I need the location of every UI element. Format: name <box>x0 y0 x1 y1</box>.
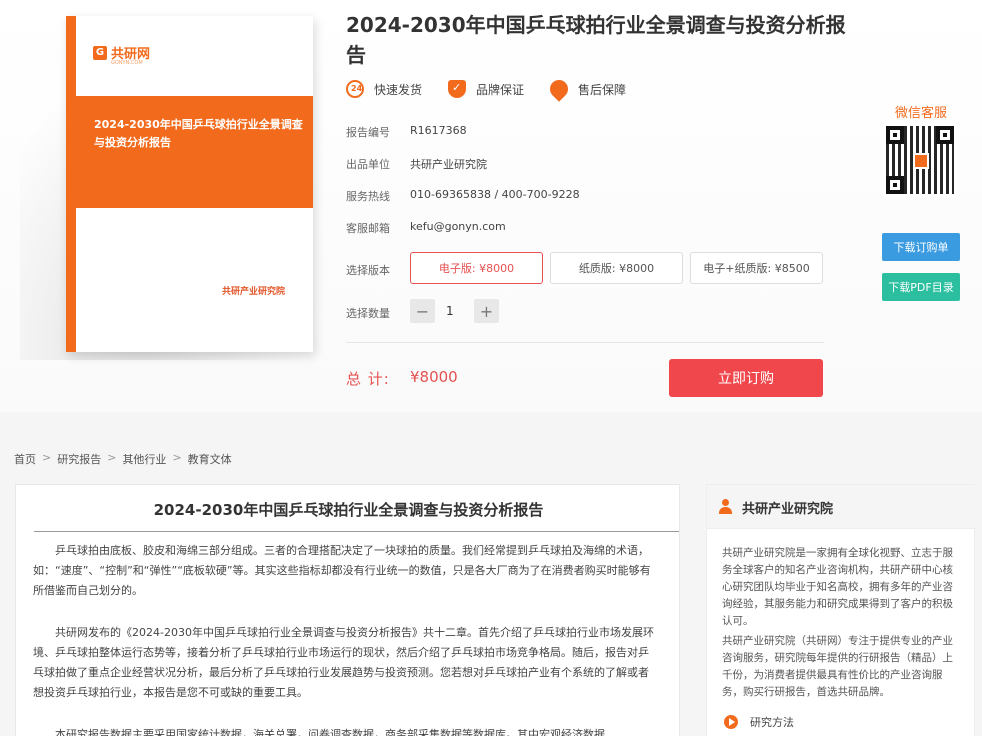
info-value: 010-69365838 / 400-700-9228 <box>410 188 580 201</box>
info-hotline: 服务热线 010-69365838 / 400-700-9228 <box>346 188 580 204</box>
version-label: 选择版本 <box>346 264 390 277</box>
divider <box>346 342 824 343</box>
breadcrumb-reports[interactable]: 研究报告 <box>57 451 101 467</box>
qr-corner <box>886 126 904 144</box>
breadcrumb-separator: > <box>172 451 182 464</box>
breadcrumb-home[interactable]: 首页 <box>14 451 36 467</box>
info-key: 报告编号 <box>346 126 390 139</box>
fast-delivery-icon <box>346 80 364 98</box>
article-divider <box>34 531 679 532</box>
institute-sidebar: 共研产业研究院 共研产业研究院是一家拥有全球化视野、立志于服务全球客户的知名产业… <box>706 484 976 736</box>
quantity-increase-button[interactable]: + <box>474 299 499 323</box>
order-now-button[interactable]: 立即订购 <box>669 359 823 397</box>
qr-corner <box>936 126 954 144</box>
quantity-value[interactable]: 1 <box>446 304 454 318</box>
institute-intro: 共研产业研究院是一家拥有全球化视野、立志于服务全球客户的知名产业咨询机构，共研产… <box>722 547 953 627</box>
institute-service: 共研产业研究院（共研网）专注于提供专业的产业咨询服务，研究院每年提供的行研报告（… <box>722 635 953 698</box>
version-option-electronic[interactable]: 电子版: ¥8000 <box>410 252 543 284</box>
info-value: 共研产业研究院 <box>410 158 487 171</box>
cover-publisher: 共研产业研究院 <box>222 287 286 297</box>
article-paragraph: 本研究报告数据主要采用国家统计数据，海关总署，问卷调查数据，商务部采集数据等数据… <box>55 728 605 736</box>
version-option-both[interactable]: 电子+纸质版: ¥8500 <box>690 252 823 284</box>
research-method-label: 研究方法 <box>750 716 794 729</box>
cover-band <box>76 96 313 208</box>
info-publisher: 出品单位 共研产业研究院 <box>346 156 487 172</box>
feature-label: 品牌保证 <box>476 82 525 97</box>
qr-logo <box>913 153 929 169</box>
download-pdf-catalog-button[interactable]: 下载PDF目录 <box>882 273 960 301</box>
brand-shield-icon <box>448 80 467 98</box>
info-key: 客服邮箱 <box>346 222 390 235</box>
wechat-service-title: 微信客服 <box>894 106 947 121</box>
feature-fast-delivery: 快速发货 <box>346 80 422 98</box>
qr-corner <box>886 176 904 194</box>
download-order-form-button[interactable]: 下载订购单 <box>882 233 960 261</box>
article-title: 2024-2030年中国乒乓球拍行业全景调查与投资分析报告 <box>153 501 544 519</box>
after-sales-icon <box>546 76 572 102</box>
institute-header: 共研产业研究院 <box>707 485 976 529</box>
total-price: ¥8000 <box>410 368 458 386</box>
cover-title: 2024-2030年中国乒乓球拍行业全景调查与投资分析报告 <box>94 118 303 149</box>
total-label: 总 计: <box>346 370 390 388</box>
info-key: 服务热线 <box>346 190 390 203</box>
feature-label: 售后保障 <box>578 82 627 97</box>
institute-title: 共研产业研究院 <box>742 502 834 517</box>
article-paragraph: 共研网发布的《2024-2030年中国乒乓球拍行业全景调查与投资分析报告》共十二… <box>33 626 654 699</box>
person-icon <box>719 499 732 514</box>
breadcrumb-separator: > <box>107 451 117 464</box>
feature-label: 快速发货 <box>374 82 423 97</box>
info-key: 出品单位 <box>346 158 390 171</box>
info-value[interactable]: kefu@gonyn.com <box>410 220 506 236</box>
breadcrumb-separator: > <box>42 451 52 464</box>
wechat-qr-code <box>883 123 957 197</box>
breadcrumb-education-sports[interactable]: 教育文体 <box>188 451 232 467</box>
info-value: R1617368 <box>410 124 467 137</box>
feature-brand-guarantee: 品牌保证 <box>448 80 524 98</box>
breadcrumb-other-industry[interactable]: 其他行业 <box>122 451 166 467</box>
cover-logo-sub: GONYN.COM <box>111 60 143 66</box>
breadcrumb: 首页 > 研究报告 > 其他行业 > 教育文体 <box>14 451 232 467</box>
cover-stripe <box>66 16 76 352</box>
report-description: 2024-2030年中国乒乓球拍行业全景调查与投资分析报告 乒乓球拍由底板、胶皮… <box>15 484 680 736</box>
version-option-paper[interactable]: 纸质版: ¥8000 <box>550 252 683 284</box>
product-panel: G 共研网 GONYN.COM 2024-2030年中国乒乓球拍行业全景调查与投… <box>0 0 982 412</box>
research-method-link[interactable]: 研究方法 <box>724 714 794 730</box>
article-paragraph: 乒乓球拍由底板、胶皮和海绵三部分组成。三者的合理搭配决定了一块球拍的质量。我们经… <box>33 544 651 597</box>
feature-list: 快速发货 品牌保证 售后保障 <box>346 76 652 102</box>
cover-logo: G 共研网 GONYN.COM <box>93 43 150 66</box>
product-title: 2024-2030年中国乒乓球拍行业全景调查与投资分析报告 <box>346 13 846 67</box>
info-email: 客服邮箱 kefu@gonyn.com <box>346 220 506 236</box>
quantity-label: 选择数量 <box>346 307 390 320</box>
info-report-number: 报告编号 R1617368 <box>346 124 467 140</box>
quantity-decrease-button[interactable]: − <box>410 299 435 323</box>
report-cover-image: G 共研网 GONYN.COM 2024-2030年中国乒乓球拍行业全景调查与投… <box>66 16 313 352</box>
logo-mark-icon: G <box>93 45 107 60</box>
play-icon <box>724 715 738 729</box>
feature-after-sales: 售后保障 <box>546 76 627 102</box>
